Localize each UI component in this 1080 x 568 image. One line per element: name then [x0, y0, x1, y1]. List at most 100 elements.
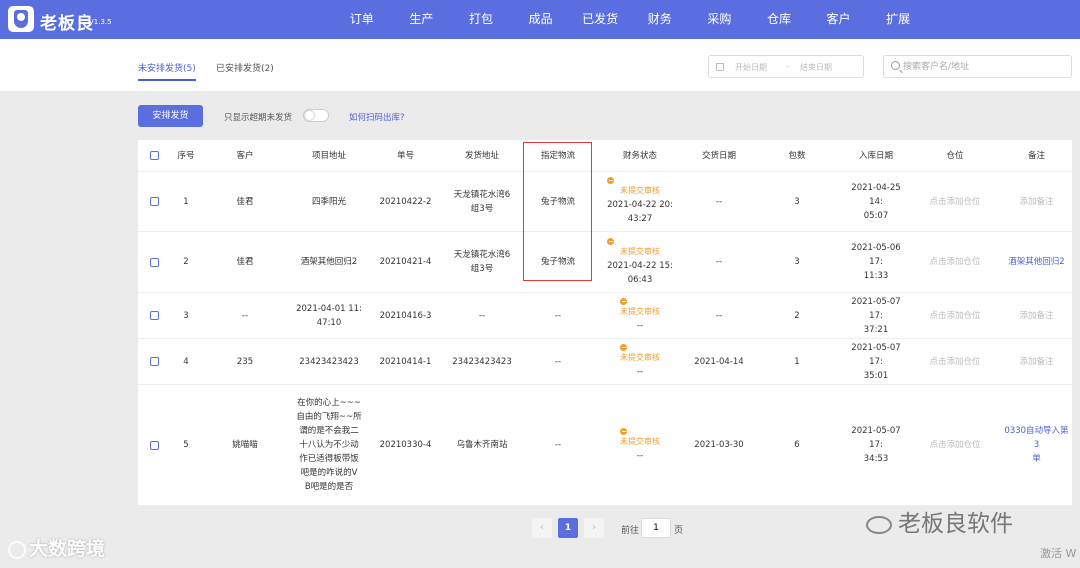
cell-text: 4: [183, 356, 189, 367]
cell-text: 乌鲁木齐南站: [456, 438, 507, 452]
search-input[interactable]: [903, 59, 1063, 75]
cell-text: 1: [183, 196, 189, 207]
finance-status-badge: 未提交审核: [620, 427, 660, 449]
cell-text: --: [554, 356, 562, 367]
cell-customer: --: [202, 293, 288, 338]
finance-status: 未提交审核 2021-04-22 20: 43:27: [607, 177, 673, 226]
cell-logistics: --: [523, 339, 593, 384]
row-checkbox[interactable]: [149, 197, 159, 206]
nav-item-warehouse[interactable]: 仓库: [749, 0, 809, 39]
cell-logistics: --: [523, 385, 593, 505]
nav-item-shipped[interactable]: 已发货: [570, 0, 630, 39]
current-page-button[interactable]: 1: [558, 518, 578, 538]
scan-help-link[interactable]: 如何扫码出库?: [349, 111, 405, 123]
finance-status-badge: 未提交审核: [620, 344, 660, 365]
cell-line: B吧是的是否: [304, 482, 354, 492]
nav-item-finished[interactable]: 成品: [511, 0, 571, 39]
row-checkbox[interactable]: [149, 440, 159, 450]
cell-note: 添加备注: [1001, 293, 1072, 338]
table-row[interactable]: 5 姚喵喵 在你的心上~~~ 自由的飞翔~~所 谓的是不会我二 十八认为不少动 作已适得板带…: [138, 385, 1072, 506]
prev-page-button[interactable]: ‹: [532, 518, 552, 538]
cell-line: --: [636, 367, 644, 377]
nav-item-purchase[interactable]: 采购: [690, 0, 750, 39]
table-row[interactable]: 2 佳君 酒架其他回归2 20210421-4 天龙镇花水湾6 组3号 兔子物流 未提交审核 2…: [138, 232, 1072, 293]
header-label: 仓位: [946, 150, 964, 161]
table-row[interactable]: 3 -- 2021-04-01 11: 47:10 20210416-3 -- -- 未提交审…: [138, 293, 1072, 339]
cell-finance-status: 未提交审核 --: [593, 293, 687, 338]
note-link[interactable]: 0330自动导入第3 单: [1003, 424, 1070, 466]
note-link[interactable]: 酒架其他回归2: [1008, 255, 1064, 269]
cell-packages: 2: [751, 293, 843, 338]
only-overdue-toggle[interactable]: [303, 109, 329, 122]
nav-item-extensions[interactable]: 扩展: [868, 0, 928, 39]
cell-line: 乌鲁木齐南站: [456, 440, 508, 450]
header-note: 备注: [1001, 140, 1072, 171]
cell-line: 2021-04-25 14:: [851, 182, 901, 207]
add-note-link[interactable]: 添加备注: [1019, 195, 1053, 209]
main-nav: 订单 生产 打包 成品 已发货 财务 采购 仓库 客户 扩展: [332, 0, 928, 39]
goto-page-input[interactable]: [641, 518, 671, 538]
nav-item-production[interactable]: 生产: [392, 0, 452, 39]
tab-arranged[interactable]: 已安排发货(2): [216, 61, 274, 74]
cell-order-no: 20210416-3: [370, 293, 441, 338]
cell-line: 47:10: [316, 317, 342, 328]
cell-line: 酒架其他回归2: [300, 257, 358, 267]
finance-status-badge: 未提交审核: [607, 177, 673, 198]
cell-text: 20210330-4: [379, 440, 432, 450]
cell-select: [138, 339, 170, 384]
row-checkbox[interactable]: [149, 257, 159, 267]
date-range-picker[interactable]: 开始日期 - 结束日期: [708, 55, 864, 78]
add-location-link[interactable]: 点击添加仓位: [929, 355, 980, 369]
table-row[interactable]: 4 235 23423423423 20210414-1 23423423423 -- 未提…: [138, 339, 1072, 385]
nav-item-orders[interactable]: 订单: [332, 0, 392, 39]
cell-text: 23423423423: [299, 355, 359, 369]
cell-line: 34:53: [863, 454, 889, 464]
add-location-link[interactable]: 点击添加仓位: [929, 438, 980, 452]
app-logo-icon[interactable]: [8, 6, 34, 32]
cell-stock-date: 2021-05-07 17: 37:21: [843, 293, 909, 338]
select-all-checkbox[interactable]: [149, 151, 159, 160]
row-checkbox[interactable]: [149, 311, 159, 320]
cell-line: 天龙镇花水湾6: [453, 189, 511, 200]
cell-index: 2: [170, 232, 202, 292]
arrange-shipment-button[interactable]: 安排发货: [138, 105, 203, 127]
start-date-field[interactable]: 开始日期: [735, 62, 767, 73]
nav-item-finance[interactable]: 财务: [630, 0, 690, 39]
cell-delivery-date: --: [687, 232, 751, 292]
cell-line: 43:27: [627, 214, 653, 224]
add-note-link[interactable]: 添加备注: [1019, 309, 1053, 323]
cell-text: --: [715, 196, 723, 207]
app-version: V1.3.5: [89, 18, 112, 26]
nav-item-customers[interactable]: 客户: [809, 0, 869, 39]
cell-stock-date: 2021-05-07 17: 35:01: [843, 339, 909, 384]
cell-line: --: [478, 310, 486, 321]
cell-customer: 姚喵喵: [202, 385, 288, 505]
table-row[interactable]: 1 佳君 四季阳光 20210422-2 天龙镇花水湾6 组3号 兔子物流 未提交审核 2021…: [138, 172, 1072, 232]
cell-text: 天龙镇花水湾6 组3号: [454, 248, 510, 276]
cell-customer: 佳君: [202, 232, 288, 292]
cell-note: 添加备注: [1001, 172, 1072, 231]
header-label: 备注: [1027, 150, 1045, 161]
header-customer: 客户: [202, 140, 288, 171]
nav-item-packing[interactable]: 打包: [451, 0, 511, 39]
cell-line: 23423423423: [299, 356, 359, 367]
finance-status: 未提交审核 --: [620, 298, 660, 333]
cell-text: 2021-05-06 17: 11:33: [845, 241, 907, 283]
calendar-icon: [716, 63, 724, 71]
tab-unarranged[interactable]: 未安排发货(5): [138, 61, 196, 81]
warning-icon: [607, 237, 615, 245]
next-page-button[interactable]: ›: [584, 518, 604, 538]
watermark-right-text: 老板良软件: [898, 511, 1013, 537]
add-location-link[interactable]: 点击添加仓位: [929, 309, 980, 323]
end-date-field[interactable]: 结束日期: [800, 62, 832, 73]
cell-line: 吧是的咋说的V: [300, 468, 358, 478]
header-label: 单号: [396, 150, 414, 161]
row-checkbox[interactable]: [149, 357, 159, 366]
toggle-knob: [305, 111, 314, 120]
cell-text: 2021-05-07 17: 35:01: [845, 341, 907, 383]
add-note-link[interactable]: 添加备注: [1019, 355, 1053, 369]
cell-select: [138, 232, 170, 292]
add-location-link[interactable]: 点击添加仓位: [929, 195, 980, 209]
cell-text: 兔子物流: [540, 196, 575, 207]
add-location-link[interactable]: 点击添加仓位: [929, 255, 980, 269]
